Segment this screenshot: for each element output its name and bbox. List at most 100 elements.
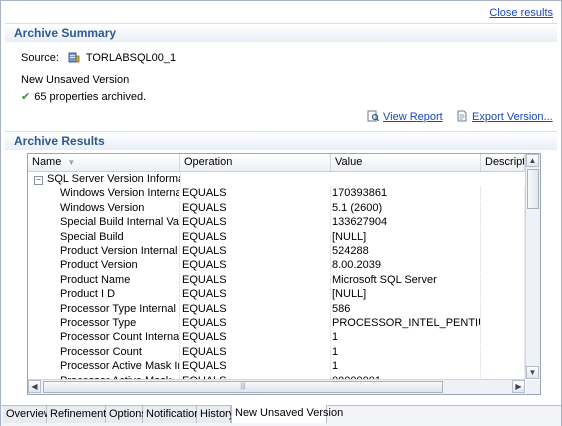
horizontal-scroll-thumb[interactable]: ||| bbox=[43, 381, 443, 393]
cell-operation: EQUALS bbox=[181, 186, 331, 201]
table-row[interactable]: Product Name EQUALS Microsoft SQL Server bbox=[28, 272, 525, 287]
tab-history[interactable]: History bbox=[197, 406, 234, 423]
horizontal-scrollbar[interactable]: ◀ ||| ▶ bbox=[28, 379, 525, 394]
cell-description bbox=[481, 287, 525, 302]
cell-value: [NULL] bbox=[331, 287, 481, 302]
cell-operation: EQUALS bbox=[181, 272, 331, 287]
cell-description bbox=[481, 258, 525, 273]
cell-value: 1 bbox=[331, 330, 481, 345]
column-header-name[interactable]: Name ▼ bbox=[28, 154, 180, 171]
cell-name: Product Name bbox=[28, 272, 180, 287]
cell-value: 586 bbox=[331, 301, 481, 316]
cell-value: 5.1 (2600) bbox=[331, 200, 481, 215]
cell-name: Processor Type Internal Value bbox=[28, 301, 180, 316]
cell-operation: EQUALS bbox=[181, 229, 331, 244]
cell-name: Processor Count bbox=[28, 344, 180, 359]
scroll-down-icon[interactable]: ▼ bbox=[526, 366, 539, 379]
column-header-value[interactable]: Value bbox=[331, 154, 481, 171]
view-report-label: View Report bbox=[383, 111, 443, 123]
bottom-tab-bar: Overview Refinements Options Notification Hi… bbox=[1, 405, 561, 426]
database-server-icon bbox=[68, 51, 80, 63]
grid-body: −SQL Server Version Information Windows … bbox=[28, 172, 525, 379]
archive-results-header: Archive Results bbox=[5, 131, 557, 150]
cell-description bbox=[481, 330, 525, 345]
column-header-operation[interactable]: Operation bbox=[180, 154, 331, 171]
scroll-up-icon[interactable]: ▲ bbox=[526, 154, 539, 167]
cell-operation: EQUALS bbox=[181, 258, 331, 273]
table-row[interactable]: Processor Type EQUALS PROCESSOR_INTEL_PENT… bbox=[28, 316, 525, 330]
source-name: TORLABSQL00_1 bbox=[85, 52, 177, 64]
cell-name: Product Version bbox=[28, 258, 180, 273]
cell-value: [NULL] bbox=[331, 229, 481, 244]
cell-value: 1 bbox=[331, 344, 481, 359]
table-row[interactable]: Product Version Internal ValueEQUALS5242… bbox=[28, 244, 525, 258]
grid-header: Name ▼ Operation Value Description bbox=[28, 154, 525, 172]
cell-description bbox=[481, 244, 525, 258]
cell-value: 170393861 bbox=[331, 186, 481, 201]
table-row[interactable]: Processor Type Internal ValueEQUALS586 bbox=[28, 301, 525, 316]
vertical-scroll-thumb[interactable] bbox=[527, 169, 539, 209]
table-row[interactable]: Windows Version Internal ValueEQUALS1703… bbox=[28, 186, 525, 201]
cell-value: Microsoft SQL Server bbox=[331, 272, 481, 287]
column-header-description[interactable]: Description bbox=[481, 154, 525, 171]
cell-description bbox=[481, 316, 525, 330]
cell-description bbox=[481, 272, 525, 287]
table-row[interactable]: Special Build EQUALS [NULL] bbox=[28, 229, 525, 244]
cell-value: 524288 bbox=[331, 244, 481, 258]
table-row[interactable]: Special Build Internal ValueEQUALS133627… bbox=[28, 215, 525, 230]
cell-operation: EQUALS bbox=[181, 215, 331, 230]
version-status: New Unsaved Version bbox=[21, 74, 130, 86]
export-version-link[interactable]: Export Version... bbox=[456, 110, 553, 123]
cell-value: 133627904 bbox=[331, 215, 481, 230]
scroll-right-icon[interactable]: ▶ bbox=[512, 380, 525, 393]
cell-description bbox=[481, 301, 525, 316]
cell-name: Processor Count Internal Value bbox=[28, 330, 180, 345]
view-report-icon bbox=[367, 110, 380, 122]
cell-name: Windows Version Internal Value bbox=[28, 186, 180, 201]
archive-results-title: Archive Results bbox=[14, 134, 105, 148]
cell-description bbox=[481, 200, 525, 215]
cell-value: PROCESSOR_INTEL_PENTIUM bbox=[332, 316, 481, 330]
tab-notification[interactable]: Notification bbox=[143, 406, 200, 423]
vertical-scrollbar[interactable]: ▲ ▼ bbox=[525, 154, 540, 379]
table-row[interactable]: Processor Count Internal ValueEQUALS1 bbox=[28, 330, 525, 345]
cell-description bbox=[481, 359, 525, 374]
collapse-icon[interactable]: − bbox=[34, 176, 43, 185]
group-row[interactable]: −SQL Server Version Information bbox=[28, 172, 525, 186]
archive-summary-header: Archive Summary bbox=[5, 23, 557, 42]
cell-operation: EQUALS bbox=[181, 244, 331, 258]
cell-name: Processor Active Mask Internal Value bbox=[28, 359, 180, 374]
tab-refinements[interactable]: Refinements bbox=[47, 406, 112, 423]
view-report-link[interactable]: View Report bbox=[367, 110, 443, 123]
cell-operation: EQUALS bbox=[181, 316, 331, 330]
export-version-label: Export Version... bbox=[472, 111, 553, 123]
cell-description bbox=[481, 215, 525, 230]
scroll-corner bbox=[526, 380, 540, 394]
cell-name: Product Version Internal Value bbox=[28, 244, 180, 258]
column-description-label: Description bbox=[485, 156, 525, 168]
cell-operation: EQUALS bbox=[181, 344, 331, 359]
archive-results-window: Close results Archive Summary Source: TO… bbox=[0, 0, 562, 426]
tab-new-unsaved-version[interactable]: New Unsaved Version bbox=[231, 405, 343, 423]
table-row[interactable]: Windows Version EQUALS 5.1 (2600) bbox=[28, 200, 525, 215]
close-results-link[interactable]: Close results bbox=[489, 7, 553, 19]
tab-overview[interactable]: Overview bbox=[3, 406, 52, 423]
scroll-left-icon[interactable]: ◀ bbox=[28, 380, 41, 393]
archived-status-row: ✔ 65 properties archived. bbox=[21, 90, 146, 103]
table-row[interactable]: Processor Active Mask Internal ValueEQUA… bbox=[28, 359, 525, 374]
table-row[interactable]: Product I D EQUALS [NULL] bbox=[28, 287, 525, 302]
source-row: Source: TORLABSQL00_1 bbox=[21, 51, 176, 64]
cell-operation: EQUALS bbox=[181, 359, 331, 374]
cell-description bbox=[481, 344, 525, 359]
archived-count-text: 65 properties archived. bbox=[34, 91, 147, 103]
table-row[interactable]: Product Version EQUALS 8.00.2039 bbox=[28, 258, 525, 273]
cell-name: Processor Type bbox=[28, 316, 180, 330]
tab-options[interactable]: Options bbox=[106, 406, 147, 423]
export-document-icon bbox=[456, 110, 468, 122]
archive-summary-panel: Source: TORLABSQL00_1 New Unsaved Versio… bbox=[5, 41, 557, 129]
cell-description bbox=[481, 186, 525, 201]
cell-name: Windows Version bbox=[28, 200, 180, 215]
column-name-label: Name bbox=[32, 156, 62, 168]
cell-description bbox=[481, 229, 525, 244]
table-row[interactable]: Processor Count EQUALS 1 bbox=[28, 344, 525, 359]
